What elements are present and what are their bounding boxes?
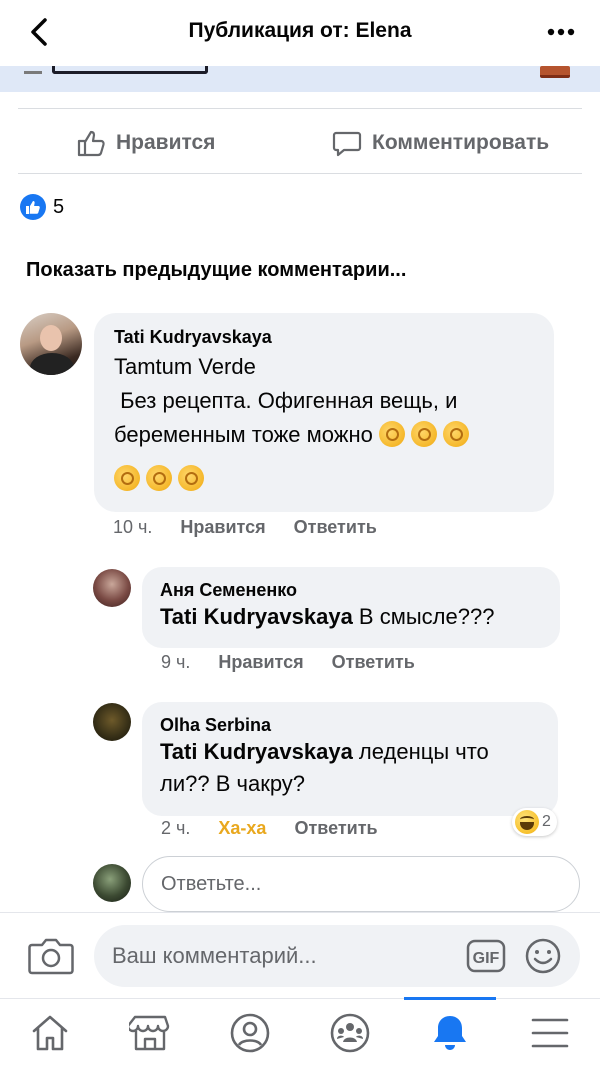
comment-time: 10 ч. <box>113 517 153 537</box>
bell-icon <box>434 1016 466 1050</box>
menu-icon <box>531 1018 569 1048</box>
mention-link[interactable]: Tati Kudryavskaya <box>160 739 353 764</box>
comment-reply-button[interactable]: Ответить <box>332 652 415 673</box>
nav-menu[interactable] <box>525 1009 575 1057</box>
comment-time: 2 ч. <box>161 818 191 838</box>
divider <box>18 108 582 109</box>
ok-hand-emoji-icon <box>411 421 437 447</box>
marketplace-icon <box>129 1015 170 1051</box>
comment-icon <box>332 131 362 157</box>
comment-text: Tati Kudryavskaya В смысле??? <box>160 604 495 629</box>
reply-bubble[interactable]: Olha Serbina Tati Kudryavskaya леденцы ч… <box>142 702 558 816</box>
comment-author[interactable]: Tati Kudryavskaya <box>114 327 534 348</box>
active-tab-indicator <box>404 997 496 1000</box>
comment-meta: 10 ч. Нравится Ответить <box>113 517 405 538</box>
ellipsis-icon <box>547 28 575 36</box>
ok-hand-emoji-icon <box>146 465 172 491</box>
groups-icon <box>330 1013 370 1053</box>
ok-hand-emoji-icon <box>178 465 204 491</box>
comment-button[interactable]: Комментировать <box>332 124 549 162</box>
gif-button[interactable]: GIF <box>466 939 506 973</box>
mention-link[interactable]: Tati Kudryavskaya <box>160 604 353 629</box>
ok-hand-emoji-icon <box>443 421 469 447</box>
comment-time: 9 ч. <box>161 652 191 672</box>
haha-reaction-icon <box>515 810 539 834</box>
profile-icon <box>230 1013 270 1053</box>
comment-input[interactable]: Ваш комментарий... <box>94 925 580 987</box>
reply-placeholder: Ответьте... <box>161 872 262 895</box>
like-reaction-icon <box>20 194 46 220</box>
top-bar: Публикация от: Elena <box>0 0 600 66</box>
comment-like-button[interactable]: Нравится <box>218 652 303 673</box>
comment-like-button[interactable]: Нравится <box>180 517 265 538</box>
reactions-count: 5 <box>53 195 65 218</box>
comment-text: Tati Kudryavskaya леденцы что ли?? В чак… <box>160 739 489 796</box>
comment-input-placeholder: Ваш комментарий... <box>112 943 317 968</box>
divider <box>18 173 582 174</box>
svg-text:GIF: GIF <box>473 950 500 967</box>
page-title: Публикация от: Elena <box>188 19 412 42</box>
avatar <box>93 864 131 902</box>
like-label: Нравится <box>116 131 216 154</box>
more-options-button[interactable] <box>544 20 578 44</box>
comment-text: Tamtum Verde Без рецепта. Офигенная вещь… <box>114 350 534 496</box>
show-previous-comments-link[interactable]: Показать предыдущие комментарии... <box>26 259 406 282</box>
post-image[interactable] <box>0 66 600 92</box>
emoji-button[interactable] <box>524 937 562 975</box>
comment-author[interactable]: Olha Serbina <box>160 715 540 736</box>
comment-author[interactable]: Аня Семененко <box>160 580 542 601</box>
camera-icon <box>28 938 74 975</box>
comment-meta: 9 ч. Нравится Ответить <box>161 652 443 673</box>
avatar[interactable] <box>20 313 82 375</box>
gif-icon: GIF <box>466 939 506 973</box>
comment-reply-button[interactable]: Ответить <box>294 818 377 839</box>
ok-hand-emoji-icon <box>114 465 140 491</box>
comment-composer: Ваш комментарий... GIF <box>0 912 600 998</box>
thumbs-up-icon <box>77 130 105 157</box>
reply-input[interactable]: Ответьте... <box>142 856 580 912</box>
nav-notifications[interactable] <box>425 1009 475 1057</box>
reply-bubble[interactable]: Аня Семененко Tati Kudryavskaya В смысле… <box>142 567 560 648</box>
ok-hand-emoji-icon <box>379 421 405 447</box>
like-button[interactable]: Нравится <box>76 124 215 162</box>
home-icon <box>32 1015 68 1051</box>
nav-marketplace[interactable] <box>125 1009 175 1057</box>
nav-groups[interactable] <box>325 1009 375 1057</box>
reactions-summary[interactable]: 5 <box>20 194 64 220</box>
avatar[interactable] <box>93 569 131 607</box>
smile-icon <box>525 938 561 974</box>
camera-button[interactable] <box>28 935 74 977</box>
haha-reaction-button[interactable]: Ха-ха <box>218 818 266 839</box>
comment-bubble[interactable]: Tati Kudryavskaya Tamtum Verde Без рецеп… <box>94 313 554 512</box>
nav-profile[interactable] <box>225 1009 275 1057</box>
comment-reply-button[interactable]: Ответить <box>294 517 377 538</box>
nav-home[interactable] <box>25 1009 75 1057</box>
avatar[interactable] <box>93 703 131 741</box>
reaction-count: 2 <box>542 813 551 830</box>
reaction-summary[interactable]: 2 <box>512 808 557 836</box>
bottom-navigation <box>0 997 600 1066</box>
comment-label: Комментировать <box>372 131 550 154</box>
comment-meta: 2 ч. Ха-ха Ответить <box>161 818 406 839</box>
